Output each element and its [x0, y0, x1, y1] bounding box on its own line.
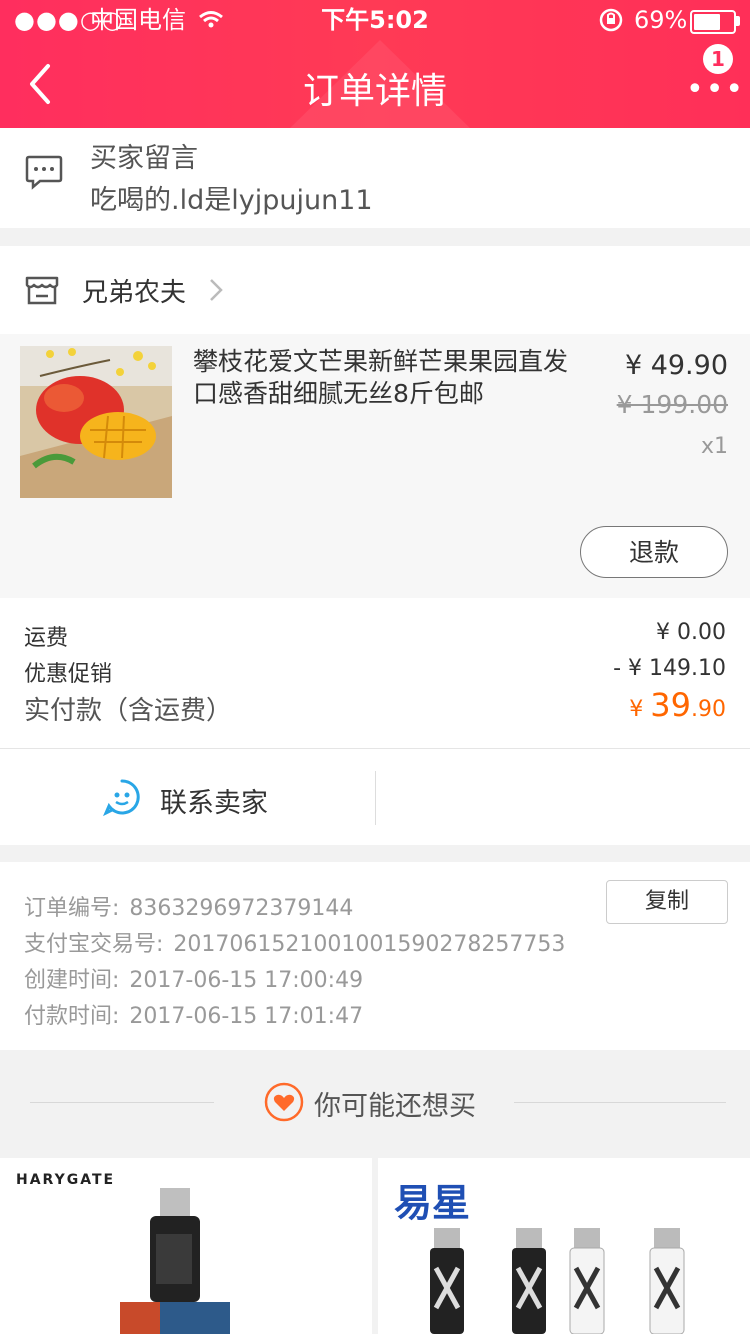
paid-row: 实付款（含运费） ¥ 39.90: [24, 686, 726, 727]
recommend-grid: HARYGATE 易星: [0, 1154, 750, 1334]
product-name: 攀枝花爱文芒果新鲜芒果果园直发口感香甜细腻无丝8斤包邮: [193, 347, 569, 408]
paid-time: 2017-06-15 17:01:47: [129, 1004, 364, 1029]
created-row: 创建时间: 2017-06-15 17:00:49: [24, 962, 363, 994]
battery-percent: 69%: [634, 6, 688, 34]
paid-time-label: 付款时间:: [24, 1004, 120, 1029]
store-name: 兄弟农夫: [82, 278, 187, 308]
paid-integer: 39: [650, 686, 691, 724]
divider-line: [30, 1102, 214, 1103]
refund-button[interactable]: 退款: [580, 526, 728, 578]
price-summary: 运费 ¥ 0.00 优惠促销 - ¥ 149.10 实付款（含运费） ¥ 39.…: [0, 598, 750, 748]
alipay-row: 支付宝交易号: 2017061521001001590278257753: [24, 926, 565, 958]
nav-bar: 订单详情 •••: [0, 40, 750, 128]
discount-row: 优惠促销 - ¥ 149.10: [24, 656, 726, 688]
recommend-card[interactable]: 易星: [378, 1158, 750, 1334]
order-number: 8363296972379144: [129, 896, 354, 921]
contact-divider: [375, 771, 376, 825]
created-label: 创建时间:: [24, 968, 120, 993]
store-row[interactable]: 兄弟农夫: [0, 246, 750, 334]
paid-label: 实付款（含运费）: [24, 696, 233, 726]
shipping-label: 运费: [24, 626, 69, 651]
copy-button[interactable]: 复制: [606, 880, 728, 924]
header: ●●●○○ 中国电信 下午5:02 69% 订单详情 ••• 1: [0, 0, 750, 128]
order-number-label: 订单编号:: [24, 896, 120, 921]
store-icon: [25, 276, 59, 305]
alipay-number: 2017061521001001590278257753: [173, 932, 566, 957]
contact-bar: 联系卖家: [0, 748, 750, 845]
order-info: 订单编号: 8363296972379144 支付宝交易号: 20170615210…: [0, 862, 750, 1050]
product-original-price: ¥ 199.00: [616, 390, 728, 419]
buyer-message-text: 吃喝的.ld是lyjpujun11: [90, 185, 373, 216]
buyer-message-section: 买家留言 吃喝的.ld是lyjpujun11: [0, 128, 750, 228]
created-time: 2017-06-15 17:00:49: [129, 968, 364, 993]
heart-icon: [264, 1082, 304, 1122]
more-icon: •••: [686, 72, 746, 107]
product-item[interactable]: 攀枝花爱文芒果新鲜芒果果园直发口感香甜细腻无丝8斤包邮 ¥ 49.90 ¥ 19…: [0, 334, 750, 598]
notification-badge: 1: [703, 44, 733, 74]
shipping-row: 运费 ¥ 0.00: [24, 620, 726, 652]
product-image: [120, 1188, 230, 1334]
battery-icon: [690, 10, 736, 34]
product-price: ¥ 49.90: [624, 350, 728, 381]
product-quantity: x1: [700, 434, 728, 459]
paid-time-row: 付款时间: 2017-06-15 17:01:47: [24, 998, 363, 1030]
discount-label: 优惠促销: [24, 662, 113, 687]
shipping-value: ¥ 0.00: [656, 620, 726, 645]
page-title: 订单详情: [302, 71, 447, 112]
recommend-title: 你可能还想买: [314, 1091, 476, 1122]
discount-value: - ¥ 149.10: [613, 656, 726, 681]
battery-nub: [736, 16, 740, 26]
status-bar: ●●●○○ 中国电信 下午5:02 69%: [0, 0, 750, 40]
chevron-right-icon: [210, 279, 223, 301]
divider-line: [514, 1102, 726, 1103]
recommend-header: 你可能还想买: [0, 1050, 750, 1154]
paid-decimal: .90: [691, 697, 726, 722]
message-icon: [25, 155, 63, 190]
paid-value: ¥ 39.90: [629, 686, 726, 724]
contact-seller-button[interactable]: 联系卖家: [90, 767, 350, 827]
recommend-card[interactable]: HARYGATE: [0, 1158, 372, 1334]
order-number-row: 订单编号: 8363296972379144: [24, 890, 353, 922]
buyer-message-label: 买家留言: [90, 143, 198, 174]
alipay-label: 支付宝交易号:: [24, 932, 164, 957]
product-image: [20, 346, 172, 498]
product-image: [430, 1228, 685, 1334]
paid-currency: ¥: [629, 697, 651, 722]
contact-seller-label: 联系卖家: [160, 788, 268, 819]
chat-face-icon: [103, 779, 140, 817]
